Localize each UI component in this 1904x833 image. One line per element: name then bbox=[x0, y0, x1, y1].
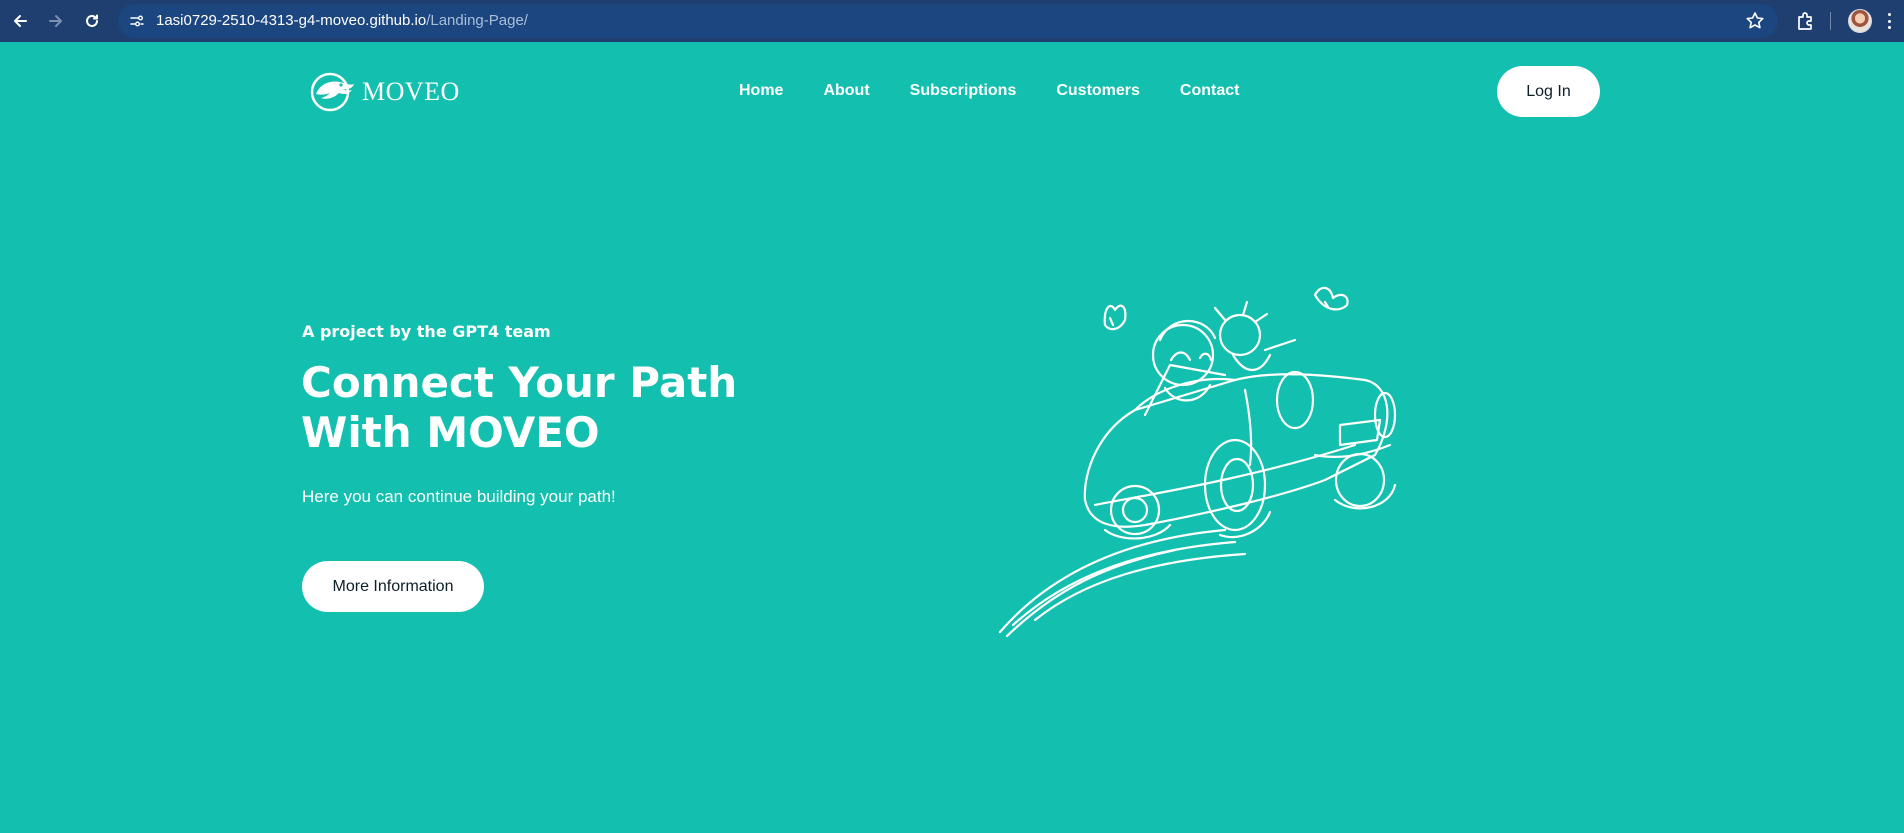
nav-subscriptions[interactable]: Subscriptions bbox=[910, 82, 1017, 100]
nav-customers[interactable]: Customers bbox=[1056, 82, 1140, 100]
extensions-icon[interactable] bbox=[1794, 9, 1818, 33]
bookmark-star-icon[interactable] bbox=[1744, 10, 1766, 32]
reload-icon[interactable] bbox=[79, 8, 105, 34]
hero-subtitle: Here you can continue building your path… bbox=[302, 487, 616, 506]
logo-mark-icon bbox=[310, 72, 354, 112]
site-info-icon[interactable] bbox=[126, 11, 148, 31]
menu-icon[interactable] bbox=[1884, 10, 1894, 32]
hero-title: Connect Your Path With MOVEO bbox=[301, 358, 738, 457]
main-navigation: Home About Subscriptions Customers Conta… bbox=[739, 82, 1239, 100]
nav-about[interactable]: About bbox=[823, 82, 869, 100]
login-button[interactable]: Log In bbox=[1497, 66, 1600, 117]
car-with-riders-illustration bbox=[998, 286, 1397, 638]
hero-eyebrow: A project by the GPT4 team bbox=[302, 322, 551, 341]
site-logo[interactable]: MOVEO bbox=[308, 70, 460, 114]
url-path: /Landing-Page/ bbox=[426, 12, 528, 29]
url-host: 1asi0729-2510-4313-g4-moveo.github.io bbox=[156, 12, 427, 29]
back-icon[interactable] bbox=[7, 8, 33, 34]
nav-home[interactable]: Home bbox=[739, 82, 783, 100]
logo-text: MOVEO bbox=[362, 77, 460, 106]
profile-avatar[interactable] bbox=[1848, 9, 1872, 33]
nav-contact[interactable]: Contact bbox=[1180, 82, 1240, 100]
forward-icon[interactable] bbox=[43, 8, 69, 34]
toolbar-separator bbox=[1830, 12, 1831, 30]
more-information-button[interactable]: More Information bbox=[302, 561, 484, 612]
url-text[interactable]: 1asi0729-2510-4313-g4-moveo.github.io/La… bbox=[156, 12, 528, 29]
browser-toolbar: 1asi0729-2510-4313-g4-moveo.github.io/La… bbox=[0, 0, 1904, 42]
